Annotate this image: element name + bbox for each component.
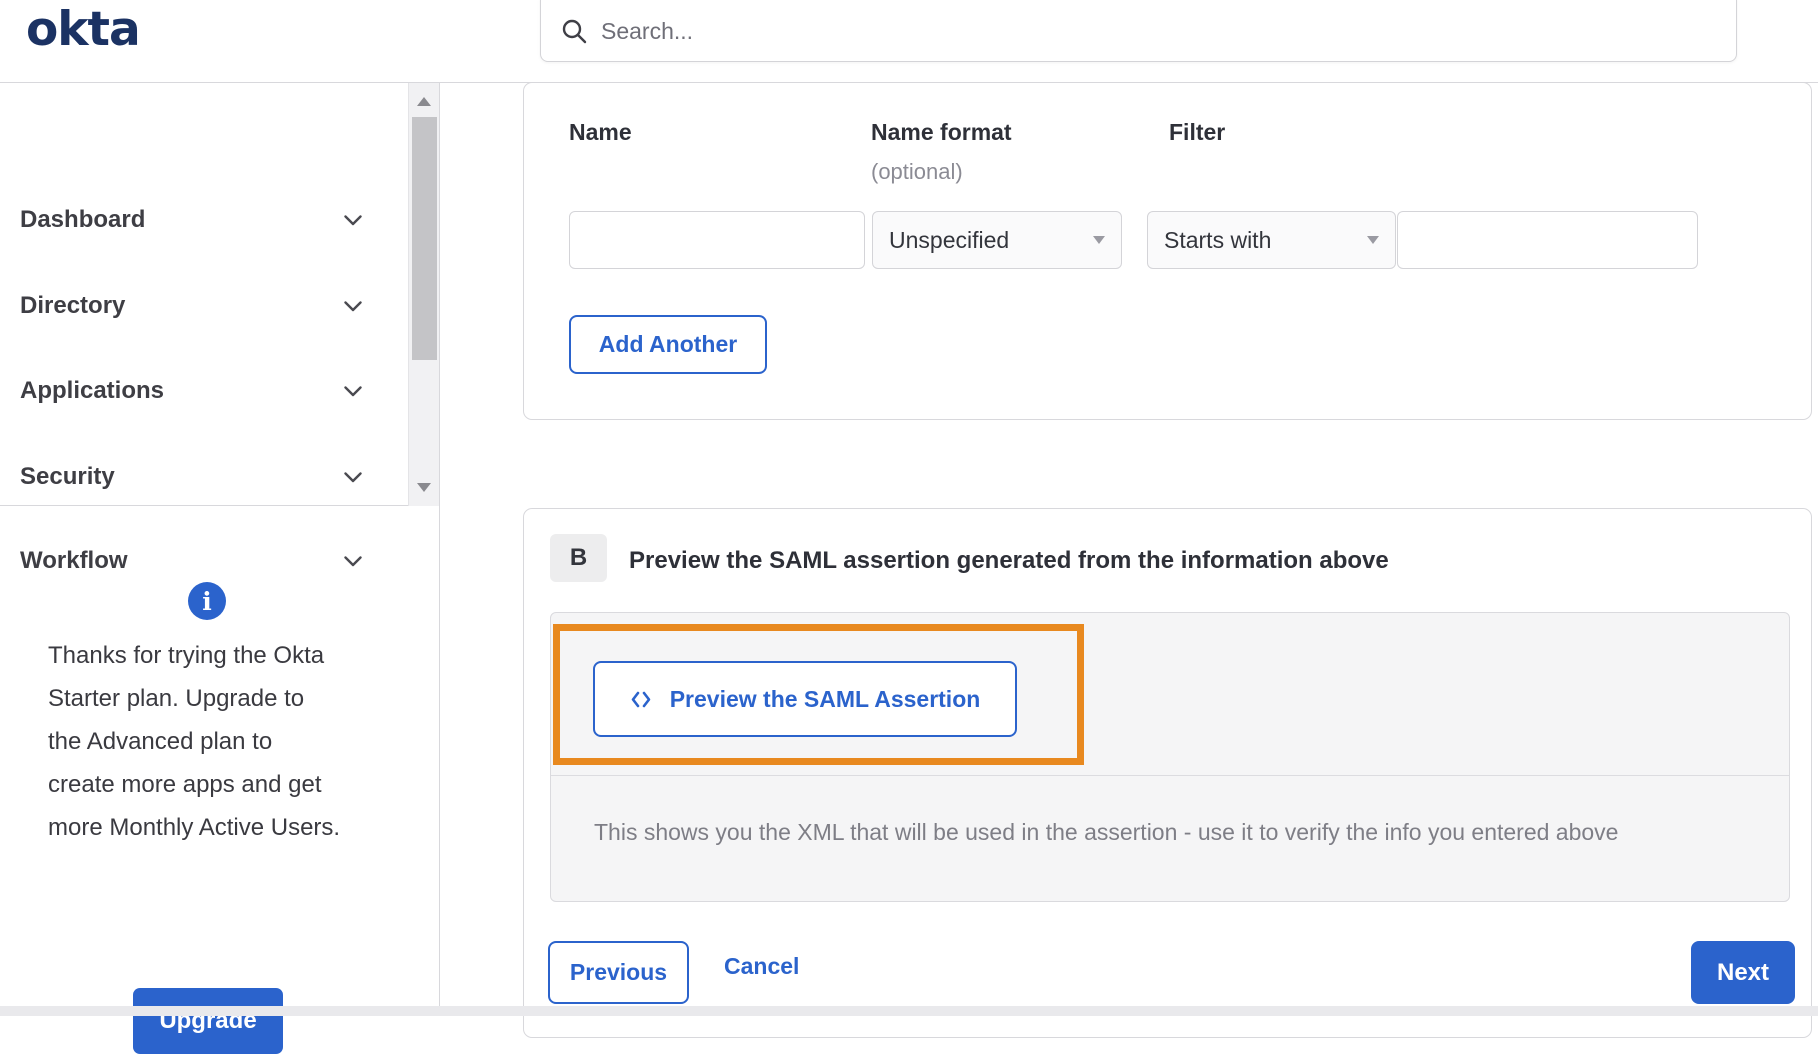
preview-description: This shows you the XML that will be used… <box>594 819 1619 845</box>
info-icon: i <box>188 582 226 620</box>
preview-button-label: Preview the SAML Assertion <box>669 685 981 712</box>
name-format-column-label: Name format <box>871 119 1012 145</box>
dropdown-caret-icon <box>1367 236 1379 244</box>
preview-saml-assertion-button[interactable]: Preview the SAML Assertion <box>593 661 1017 737</box>
panel-divider <box>551 775 1789 776</box>
scroll-up-arrow-icon[interactable] <box>417 97 431 106</box>
chevron-down-icon <box>344 214 362 225</box>
next-button[interactable]: Next <box>1691 941 1795 1004</box>
sidebar-item-dashboard[interactable]: Dashboard <box>0 197 392 243</box>
preview-saml-card: B Preview the SAML assertion generated f… <box>523 508 1812 1038</box>
add-another-button[interactable]: Add Another <box>569 315 767 374</box>
dropdown-caret-icon <box>1093 236 1105 244</box>
code-icon <box>631 691 651 707</box>
search-input[interactable] <box>601 17 1718 45</box>
attribute-statements-card: Name Name format (optional) Filter Unspe… <box>523 82 1812 420</box>
filter-operator-select[interactable]: Starts with <box>1147 211 1396 269</box>
sidebar-item-directory[interactable]: Directory <box>0 283 392 329</box>
sidebar-nav: Dashboard Directory Applications Securit… <box>0 83 439 574</box>
attribute-name-input[interactable] <box>569 211 865 269</box>
global-search[interactable] <box>540 0 1737 62</box>
promo-line: more Monthly Active Users. <box>48 814 341 841</box>
sidebar-item-label: Dashboard <box>20 206 146 233</box>
sidebar-item-workflow[interactable]: Workflow <box>0 538 392 584</box>
step-b-badge: B <box>550 534 607 582</box>
name-format-select[interactable]: Unspecified <box>872 211 1122 269</box>
name-format-selected-value: Unspecified <box>889 226 1010 253</box>
chevron-down-icon <box>344 471 362 482</box>
sidebar: Dashboard Directory Applications Securit… <box>0 83 440 1054</box>
sidebar-item-label: Applications <box>20 377 165 404</box>
sidebar-item-label: Security <box>20 463 115 490</box>
preview-section-title: Preview the SAML assertion generated fro… <box>629 547 1389 574</box>
sidebar-item-security[interactable]: Security <box>0 454 392 500</box>
promo-line: create more apps and get <box>48 771 322 798</box>
search-icon <box>562 19 587 44</box>
filter-operator-selected-value: Starts with <box>1164 226 1272 253</box>
promo-text: Thanks for trying the Okta Starter plan.… <box>48 634 393 849</box>
chevron-down-icon <box>344 300 362 311</box>
okta-logo[interactable]: okta <box>26 2 141 57</box>
scroll-down-arrow-icon[interactable] <box>417 483 431 492</box>
chevron-down-icon <box>344 555 362 566</box>
sidebar-item-label: Directory <box>20 292 126 319</box>
upgrade-button[interactable]: Upgrade <box>133 988 283 1054</box>
bottom-edge-strip <box>0 1006 1818 1016</box>
name-format-optional-hint: (optional) <box>871 159 963 184</box>
preview-panel: Preview the SAML Assertion This shows yo… <box>550 612 1790 902</box>
scrollbar-thumb[interactable] <box>412 117 437 360</box>
sidebar-item-applications[interactable]: Applications <box>0 368 392 414</box>
name-column-label: Name <box>569 119 632 145</box>
chevron-down-icon <box>344 385 362 396</box>
promo-line: the Advanced plan to <box>48 728 273 755</box>
filter-value-input[interactable] <box>1397 211 1698 269</box>
sidebar-scrollbar[interactable] <box>408 83 439 506</box>
promo-line: Starter plan. Upgrade to <box>48 685 305 712</box>
cancel-button[interactable]: Cancel <box>724 953 799 980</box>
previous-button[interactable]: Previous <box>548 941 689 1004</box>
sidebar-item-label: Workflow <box>20 547 128 574</box>
promo-line: Thanks for trying the Okta <box>48 642 325 669</box>
filter-column-label: Filter <box>1169 119 1226 145</box>
